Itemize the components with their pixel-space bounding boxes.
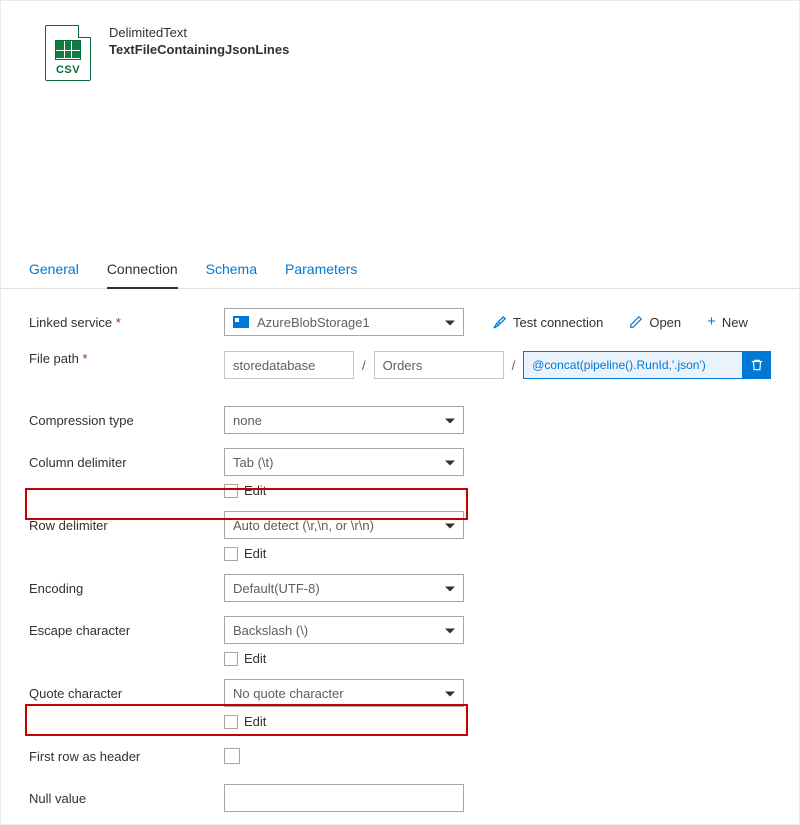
quote-character-dropdown[interactable]: No quote character: [224, 679, 464, 707]
tab-bar: General Connection Schema Parameters: [1, 261, 799, 289]
pencil-icon: [629, 315, 643, 329]
storage-icon: [233, 316, 249, 328]
row-delimiter-dropdown[interactable]: Auto detect (\r,\n, or \r\n): [224, 511, 464, 539]
label-null-value: Null value: [29, 791, 224, 806]
path-separator: /: [504, 358, 524, 373]
file-path-container-input[interactable]: storedatabase: [224, 351, 354, 379]
open-button[interactable]: Open: [629, 315, 681, 330]
label-file-path: File path: [29, 351, 224, 366]
tab-connection[interactable]: Connection: [107, 261, 178, 289]
test-connection-button[interactable]: Test connection: [492, 315, 603, 330]
tab-general[interactable]: General: [29, 261, 79, 288]
label-column-delimiter: Column delimiter: [29, 455, 224, 470]
column-delimiter-dropdown[interactable]: Tab (\t): [224, 448, 464, 476]
linked-service-value: AzureBlobStorage1: [257, 315, 370, 330]
quote-character-edit-label: Edit: [244, 714, 266, 729]
label-escape-character: Escape character: [29, 623, 224, 638]
label-encoding: Encoding: [29, 581, 224, 596]
plus-icon: +: [707, 315, 716, 329]
first-row-header-checkbox[interactable]: [224, 748, 240, 764]
column-delimiter-edit-label: Edit: [244, 483, 266, 498]
csv-file-icon: CSV: [45, 25, 91, 81]
escape-character-edit-checkbox[interactable]: [224, 652, 238, 666]
chevron-down-icon: [445, 692, 455, 697]
chevron-down-icon: [445, 321, 455, 326]
label-row-delimiter: Row delimiter: [29, 518, 224, 533]
tab-parameters[interactable]: Parameters: [285, 261, 357, 288]
trash-icon: [750, 358, 764, 372]
escape-character-edit-label: Edit: [244, 651, 266, 666]
label-quote-character: Quote character: [29, 686, 224, 701]
new-button[interactable]: + New: [707, 315, 748, 330]
file-path-filename-input[interactable]: @concat(pipeline().RunId,'.json'): [523, 351, 743, 379]
chevron-down-icon: [445, 587, 455, 592]
null-value-input[interactable]: [224, 784, 464, 812]
linked-service-dropdown[interactable]: AzureBlobStorage1: [224, 308, 464, 336]
quote-character-edit-checkbox[interactable]: [224, 715, 238, 729]
label-first-row-header: First row as header: [29, 749, 224, 764]
column-delimiter-edit-checkbox[interactable]: [224, 484, 238, 498]
chevron-down-icon: [445, 461, 455, 466]
dataset-type: DelimitedText: [109, 25, 289, 40]
test-connection-icon: [492, 315, 507, 330]
path-separator: /: [354, 358, 374, 373]
row-delimiter-edit-label: Edit: [244, 546, 266, 561]
label-compression-type: Compression type: [29, 413, 224, 428]
file-path-directory-input[interactable]: Orders: [374, 351, 504, 379]
encoding-dropdown[interactable]: Default(UTF-8): [224, 574, 464, 602]
row-delimiter-edit-checkbox[interactable]: [224, 547, 238, 561]
tab-schema[interactable]: Schema: [206, 261, 257, 288]
dataset-header: CSV DelimitedText TextFileContainingJson…: [1, 1, 799, 81]
chevron-down-icon: [445, 524, 455, 529]
label-linked-service: Linked service: [29, 315, 224, 330]
chevron-down-icon: [445, 419, 455, 424]
chevron-down-icon: [445, 629, 455, 634]
delete-filename-button[interactable]: [743, 351, 771, 379]
dataset-name: TextFileContainingJsonLines: [109, 42, 289, 57]
compression-type-dropdown[interactable]: none: [224, 406, 464, 434]
escape-character-dropdown[interactable]: Backslash (\): [224, 616, 464, 644]
